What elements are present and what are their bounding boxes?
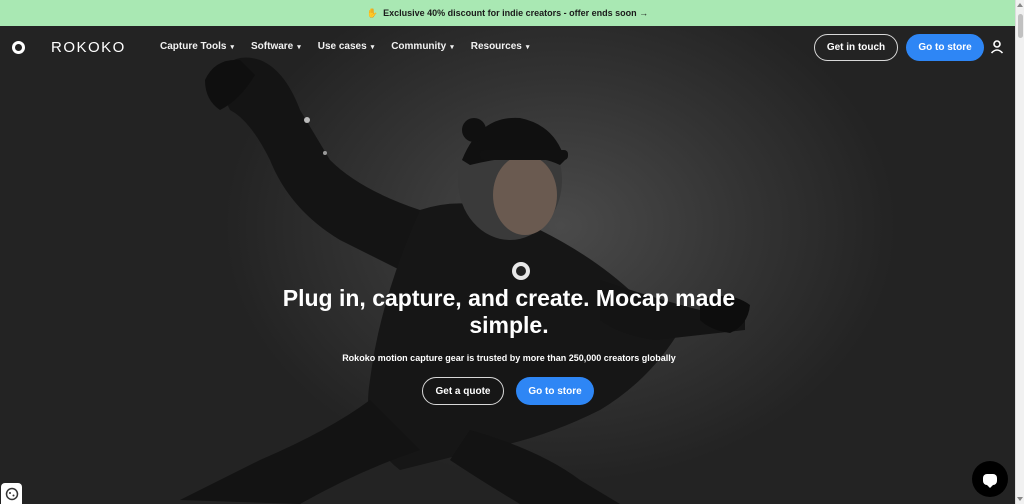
chevron-down-icon: ▾ [230,43,234,51]
scrollbar-thumb[interactable] [1018,14,1023,38]
brand-name[interactable]: ROKOKO [51,39,126,56]
promo-text: Exclusive 40% discount for indie creator… [383,8,649,18]
hero-subline: Rokoko motion capture gear is trusted by… [342,353,676,363]
chat-button[interactable] [972,461,1008,497]
chevron-down-icon: ▾ [450,43,454,51]
promo-banner[interactable]: ✋ Exclusive 40% discount for indie creat… [0,0,1015,26]
user-account-icon[interactable] [990,40,1004,54]
nav-item-label: Capture Tools [160,41,227,52]
scroll-up-arrow-icon[interactable] [1017,3,1023,7]
rokoko-logo-icon[interactable] [12,41,25,54]
nav-item-label: Use cases [317,41,367,52]
chevron-down-icon: ▾ [525,43,530,51]
go-to-store-button[interactable]: Go to store [906,34,984,61]
hand-icon: ✋ [366,7,379,18]
hero-headline: Plug in, capture, and create. Mocap made… [282,285,736,338]
hero-section [0,26,1015,504]
cookie-settings-icon[interactable] [1,483,22,504]
nav-item-software[interactable]: Software ▾ [251,41,301,52]
get-a-quote-button[interactable]: Get a quote [422,377,504,405]
nav-menu: Capture Tools ▾ Software ▾ Use cases ▾ C… [160,41,546,52]
nav-item-resources[interactable]: Resources ▾ [471,41,530,52]
hero-go-to-store-button[interactable]: Go to store [516,377,594,405]
chevron-down-icon: ▾ [297,43,301,51]
nav-item-label: Community [391,41,447,52]
get-in-touch-button[interactable]: Get in touch [814,34,898,61]
page-scrollbar[interactable] [1015,0,1024,504]
main-nav: ROKOKO Capture Tools ▾ Software ▾ Use ca… [0,26,1015,68]
hero-image-performer [180,57,750,504]
nav-item-use-cases[interactable]: Use cases ▾ [318,41,374,52]
nav-item-label: Software [251,41,294,52]
nav-item-community[interactable]: Community ▾ [391,41,454,52]
nav-item-label: Resources [470,41,522,52]
nav-item-capture-tools[interactable]: Capture Tools ▾ [160,41,234,52]
scroll-down-arrow-icon[interactable] [1017,497,1023,501]
chat-icon [983,473,997,488]
chevron-down-icon: ▾ [370,43,375,51]
